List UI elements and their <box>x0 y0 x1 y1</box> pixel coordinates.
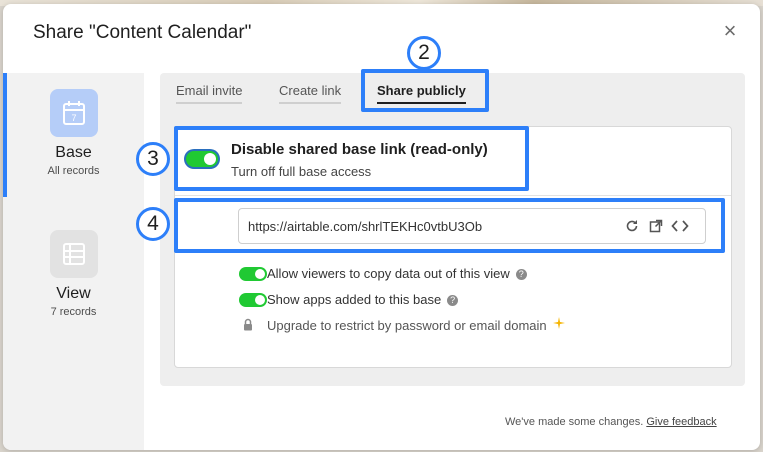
calendar-icon: 7 <box>49 89 98 137</box>
sparkle-icon <box>552 317 565 332</box>
option-label: Show apps added to this base <box>267 292 442 307</box>
show-apps-toggle[interactable] <box>239 293 267 307</box>
help-icon[interactable]: ? <box>447 295 459 306</box>
annotation-badge-4: 4 <box>136 207 170 241</box>
allow-copy-toggle[interactable] <box>239 267 267 281</box>
footer-text: We've made some changes. <box>505 416 644 428</box>
sidebar-item-base[interactable]: 7 Base All records <box>3 89 144 177</box>
option-label: Upgrade to restrict by password or email… <box>267 318 547 333</box>
sidebar-item-view[interactable]: View 7 records <box>3 230 144 318</box>
highlight-share-url <box>174 198 725 253</box>
annotation-badge-3: 3 <box>136 142 170 176</box>
sidebar-item-label: Base <box>55 144 92 161</box>
divider <box>175 195 731 196</box>
highlight-shared-link-toggle <box>174 126 529 191</box>
sidebar-item-label: View <box>56 285 91 302</box>
option-label: Allow viewers to copy data out of this v… <box>267 266 510 281</box>
dialog-title: Share "Content Calendar" <box>33 22 252 43</box>
tab-create-link[interactable]: Create link <box>279 83 342 104</box>
give-feedback-link[interactable]: Give feedback <box>646 416 716 428</box>
sidebar: 7 Base All records View 7 records <box>3 73 144 450</box>
grid-list-icon <box>49 230 98 278</box>
annotation-badge-2: 2 <box>407 36 441 70</box>
calendar-day-number: 7 <box>71 113 76 123</box>
footer: We've made some changes. Give feedback <box>505 416 717 428</box>
highlight-share-publicly <box>361 69 489 112</box>
lock-icon <box>243 318 253 334</box>
tab-email-invite[interactable]: Email invite <box>176 83 243 104</box>
sidebar-item-sublabel: 7 records <box>50 306 97 318</box>
help-icon[interactable]: ? <box>515 269 527 280</box>
close-icon[interactable]: × <box>719 20 741 42</box>
sidebar-item-sublabel: All records <box>47 165 100 177</box>
